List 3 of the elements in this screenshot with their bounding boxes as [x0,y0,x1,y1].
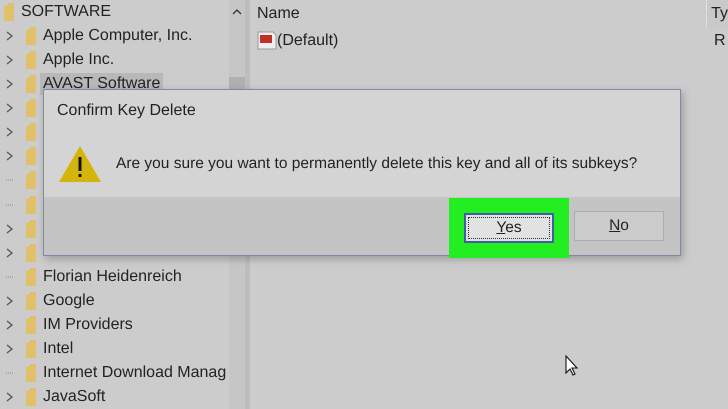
value-type: R [714,32,727,50]
dialog-message: Are you sure you want to permanently delete this key and all of its subkeys? [116,154,638,172]
dialog-title: Confirm Key Delete [57,102,197,121]
